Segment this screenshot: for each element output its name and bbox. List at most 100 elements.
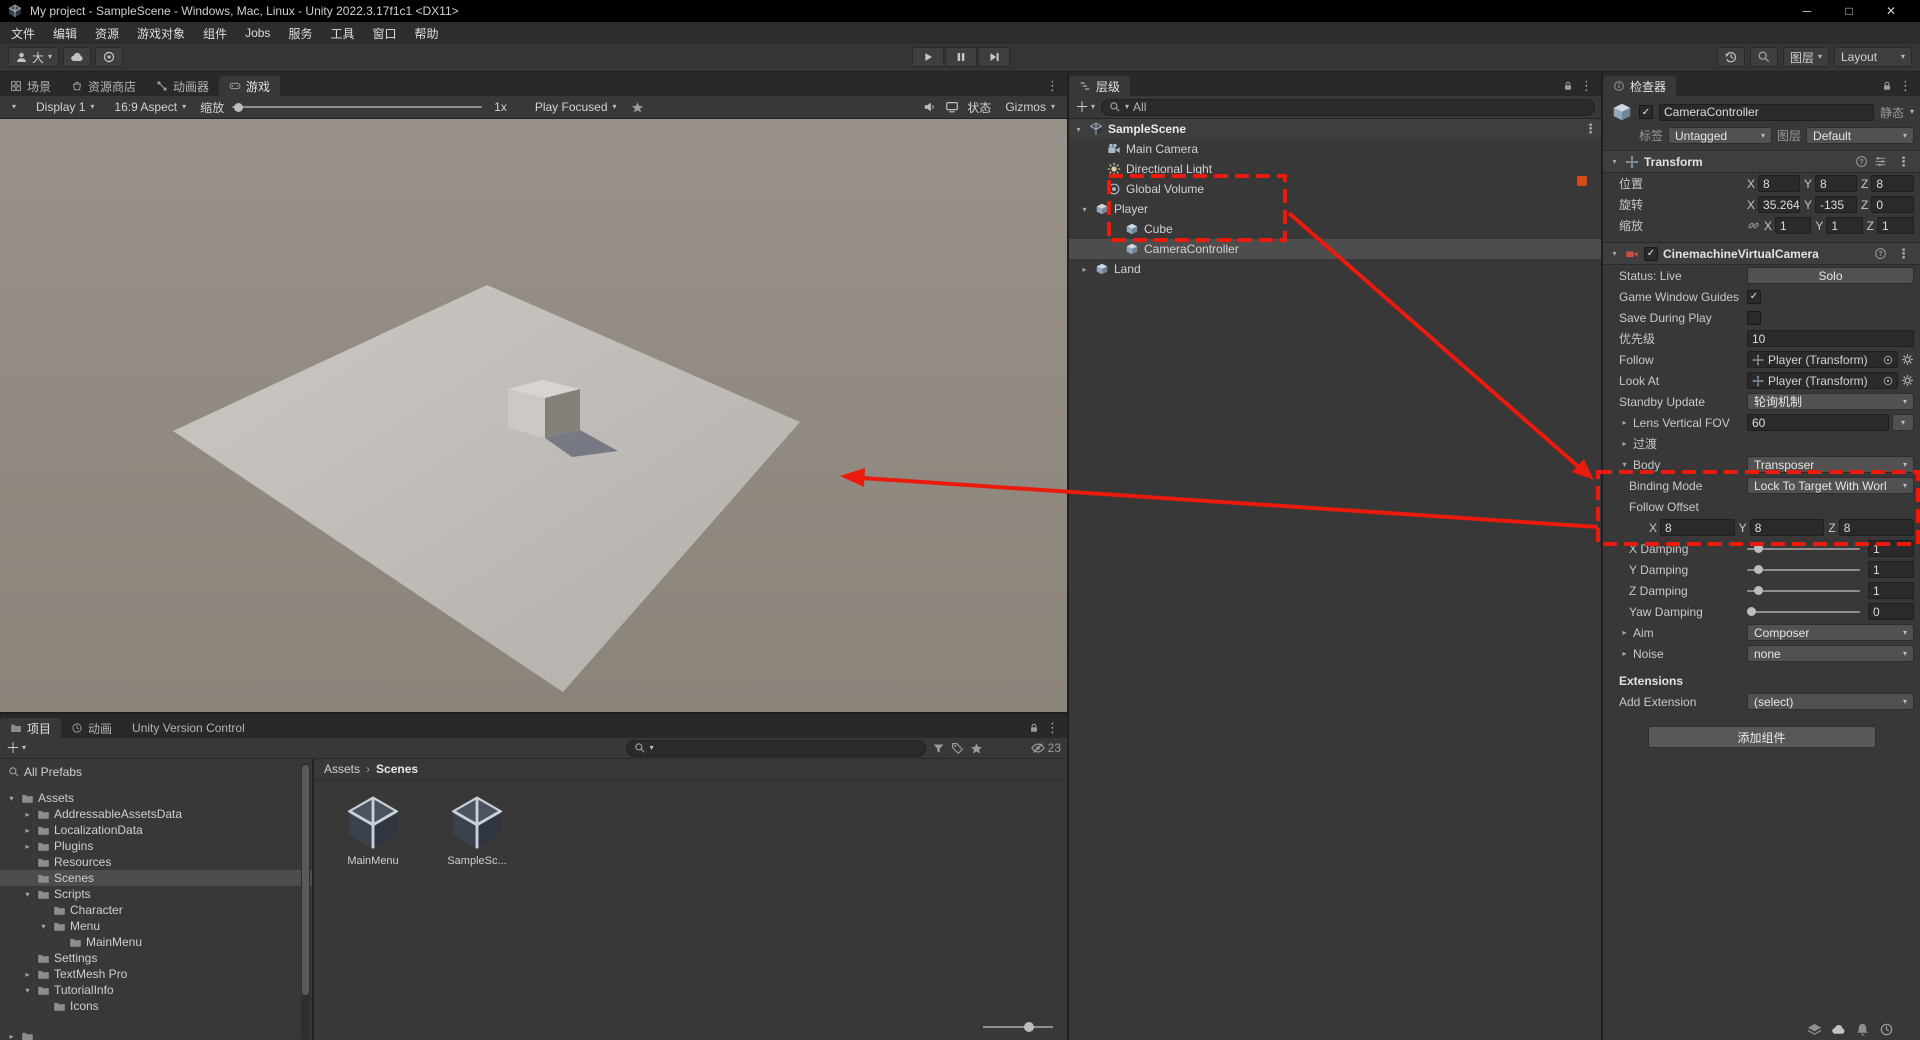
hierarchy-item-global-volume[interactable]: Global Volume: [1069, 179, 1601, 199]
menu-item-services[interactable]: 服务: [279, 22, 321, 44]
mute-audio-icon[interactable]: [923, 100, 937, 114]
layout-dropdown[interactable]: Layout ▾: [1834, 47, 1912, 67]
solo-button[interactable]: Solo: [1747, 267, 1914, 284]
scale-y-field[interactable]: 1: [1826, 217, 1863, 234]
hierarchy-item-land[interactable]: ▸ Land: [1069, 259, 1601, 279]
undo-history-button[interactable]: [1716, 47, 1745, 67]
layers-dropdown[interactable]: 图层 ▾: [1782, 47, 1829, 67]
menu-item-edit[interactable]: 编辑: [44, 22, 86, 44]
hierarchy-menu-icon[interactable]: ⋮: [1576, 78, 1597, 94]
play-button[interactable]: [912, 47, 944, 67]
create-object-button[interactable]: ＋ ▾: [1075, 97, 1095, 117]
hierarchy-item-directional-light[interactable]: Directional Light: [1069, 159, 1601, 179]
hierarchy-item-cameracontroller[interactable]: CameraController: [1069, 239, 1601, 259]
foldout-icon[interactable]: ▾: [1619, 460, 1630, 469]
z-damping-slider[interactable]: [1747, 582, 1860, 599]
breadcrumb-root[interactable]: Assets: [324, 762, 360, 776]
foldout-icon[interactable]: ▾: [22, 986, 33, 995]
create-asset-button[interactable]: ＋ ▾: [6, 738, 26, 758]
project-tree-item-addressableassetsdata[interactable]: ▸ AddressableAssetsData: [0, 806, 312, 822]
vsync-monitor-icon[interactable]: [945, 100, 959, 114]
x-damping-slider[interactable]: [1747, 540, 1860, 557]
menu-item-file[interactable]: 文件: [2, 22, 44, 44]
foldout-icon[interactable]: ▾: [1079, 205, 1090, 214]
component-menu-icon[interactable]: ⋮: [1893, 154, 1914, 170]
preset-icon[interactable]: [1874, 155, 1887, 168]
follow-offset-z-field[interactable]: 8: [1838, 519, 1915, 536]
menu-item-assets[interactable]: 资源: [86, 22, 128, 44]
bell-icon[interactable]: [1855, 1022, 1870, 1037]
add-component-button[interactable]: 添加组件: [1647, 726, 1876, 748]
search-by-type-icon[interactable]: [932, 742, 945, 755]
game-viewport[interactable]: [0, 119, 1067, 712]
foldout-icon[interactable]: ▸: [1619, 628, 1630, 637]
foldout-icon[interactable]: ▾: [1609, 249, 1620, 258]
rotation-y-field[interactable]: -135: [1815, 196, 1857, 213]
priority-field[interactable]: 10: [1747, 330, 1914, 347]
lock-icon[interactable]: [1881, 80, 1893, 92]
project-tree-item-mainmenu[interactable]: MainMenu: [0, 934, 312, 950]
lens-fov-field[interactable]: 60: [1747, 414, 1889, 431]
component-enabled-checkbox[interactable]: ✓: [1644, 246, 1658, 261]
project-tree-item-tutorialinfo[interactable]: ▾ TutorialInfo: [0, 982, 312, 998]
active-checkbox[interactable]: ✓: [1639, 105, 1653, 119]
component-menu-icon[interactable]: ⋮: [1893, 246, 1914, 262]
foldout-icon[interactable]: ▾: [6, 794, 17, 803]
pause-button[interactable]: [945, 47, 977, 67]
project-tree-item-menu[interactable]: ▾ Menu: [0, 918, 312, 934]
menu-item-component[interactable]: 组件: [194, 22, 236, 44]
position-y-field[interactable]: 8: [1815, 175, 1857, 192]
lock-icon[interactable]: [1562, 80, 1574, 92]
add-extension-dropdown[interactable]: (select) ▾: [1747, 693, 1914, 710]
scale-slider[interactable]: [232, 99, 483, 116]
layers-status-icon[interactable]: [1807, 1022, 1822, 1037]
menu-item-help[interactable]: 帮助: [405, 22, 447, 44]
layer-dropdown[interactable]: Default ▾: [1806, 127, 1914, 144]
maximize-button[interactable]: □: [1828, 0, 1870, 22]
aspect-dropdown[interactable]: 16:9 Aspect ▾: [108, 98, 192, 116]
inspector-menu-icon[interactable]: ⋮: [1895, 78, 1916, 94]
aim-dropdown[interactable]: Composer ▾: [1747, 624, 1914, 641]
view-menu-icon[interactable]: ⋮: [1042, 78, 1063, 94]
scale-x-field[interactable]: 1: [1775, 217, 1812, 234]
search-by-label-icon[interactable]: [951, 742, 964, 755]
notification-badge[interactable]: [1577, 176, 1587, 186]
scene-options-icon[interactable]: ⋮: [1580, 121, 1601, 137]
project-tree-item-plugins[interactable]: ▸ Plugins: [0, 838, 312, 854]
display-dropdown[interactable]: Display 1 ▾: [30, 98, 100, 116]
noise-dropdown[interactable]: none ▾: [1747, 645, 1914, 662]
position-z-field[interactable]: 8: [1871, 175, 1914, 192]
project-tree-item-character[interactable]: Character: [0, 902, 312, 918]
cloud-status-icon[interactable]: [1831, 1022, 1846, 1037]
tab-animation[interactable]: 动画: [61, 718, 122, 738]
yaw-damping-field[interactable]: 0: [1868, 603, 1914, 620]
lens-preset-dropdown[interactable]: ▾: [1892, 414, 1914, 431]
close-button[interactable]: ✕: [1870, 0, 1912, 22]
hierarchy-search-input[interactable]: ▾ All: [1101, 98, 1595, 116]
hierarchy-item-samplescene[interactable]: ▾ SampleScene ⋮: [1069, 119, 1601, 139]
view-mode-dropdown[interactable]: ▾: [6, 98, 22, 116]
saved-search-all-prefabs[interactable]: All Prefabs: [0, 764, 312, 780]
object-picker-icon[interactable]: [1882, 354, 1894, 366]
help-icon[interactable]: [1855, 155, 1868, 168]
step-button[interactable]: [978, 47, 1010, 67]
project-tree-item-scripts[interactable]: ▾ Scripts: [0, 886, 312, 902]
project-tree-item-icons[interactable]: Icons: [0, 998, 312, 1014]
hierarchy-item-player[interactable]: ▾ Player: [1069, 199, 1601, 219]
minimize-button[interactable]: ─: [1786, 0, 1828, 22]
project-tree-item-settings[interactable]: Settings: [0, 950, 312, 966]
y-damping-field[interactable]: 1: [1868, 561, 1914, 578]
transform-header[interactable]: ▾ Transform ⋮: [1603, 150, 1920, 173]
project-tree-item-textmeshpro[interactable]: ▸ TextMesh Pro: [0, 966, 312, 982]
save-during-play-checkbox[interactable]: [1747, 310, 1761, 325]
scrollbar-thumb[interactable]: [302, 765, 309, 995]
asset-item-samplescene[interactable]: SampleSc...: [438, 794, 516, 867]
gameobject-name-field[interactable]: CameraController: [1659, 103, 1874, 121]
hidden-packages-toggle[interactable]: 23: [1031, 741, 1061, 755]
scale-z-field[interactable]: 1: [1877, 217, 1914, 234]
standby-update-dropdown[interactable]: 轮询机制 ▾: [1747, 393, 1914, 410]
binding-mode-dropdown[interactable]: Lock To Target With Worl ▾: [1747, 477, 1914, 494]
activity-icon[interactable]: [1879, 1022, 1894, 1037]
asset-item-mainmenu[interactable]: MainMenu: [334, 794, 412, 867]
project-search-input[interactable]: ▾: [625, 739, 926, 757]
